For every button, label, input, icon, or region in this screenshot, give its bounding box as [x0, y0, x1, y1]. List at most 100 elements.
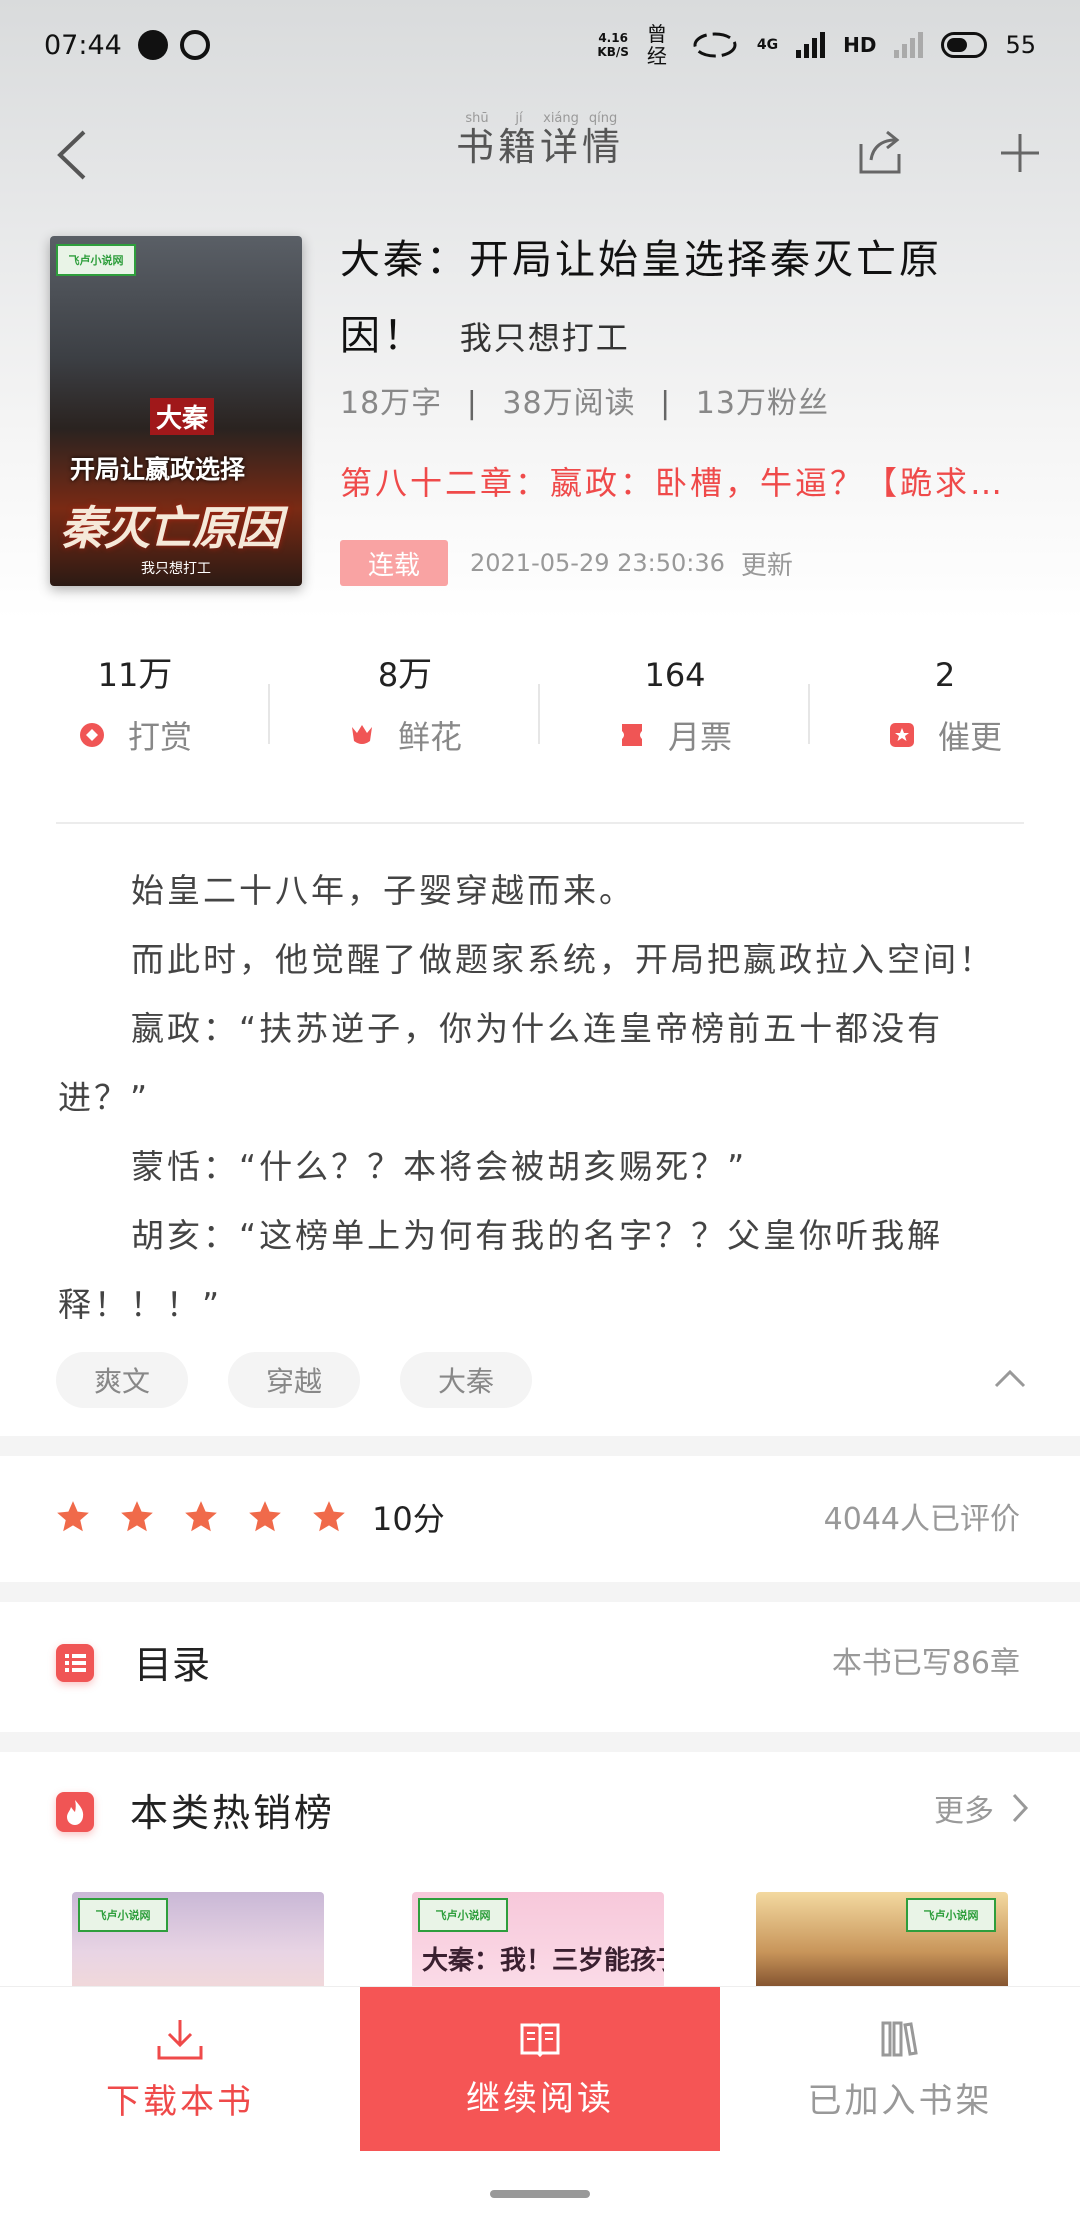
book-open-icon	[520, 2023, 560, 2057]
book-title-line2: 因！	[340, 313, 426, 359]
book-title: 大秦：开局让始皇选择秦灭亡原 因！ 我只想打工	[340, 222, 1040, 376]
intro-line: 嬴政：“扶苏逆子，你为什么连皇帝榜前五十都没有进？”	[58, 1009, 944, 1117]
intro-line: 蒙恬：“什么？？本将会被胡亥赐死？”	[131, 1147, 748, 1186]
update-label: 更新	[740, 550, 793, 581]
section-gap	[0, 1582, 1080, 1602]
battery-level: 55	[1005, 31, 1036, 59]
download-button[interactable]: 下载本书	[0, 1987, 360, 2151]
stat-label: 催更	[937, 718, 1002, 756]
cover-logo: 飞卢小说网	[56, 244, 136, 276]
reward-icon	[79, 723, 104, 747]
cover-line3: 秦灭亡原因	[60, 501, 282, 555]
hd-label: HD	[843, 33, 877, 57]
hot-list-section: 本类热销榜 更多 飞卢小说网 飞卢小说网 大秦：我！三岁能孩子 飞卢小说网	[0, 1752, 1080, 1992]
stat-reward[interactable]: 11万 打赏	[0, 640, 270, 770]
star-icon	[249, 1501, 281, 1532]
book-stats: 18万字 | 38万阅读 | 13万粉丝	[340, 378, 1040, 422]
continue-reading-label: 继续阅读	[466, 2078, 614, 2119]
network-type: 4G	[756, 37, 779, 53]
add-icon[interactable]	[995, 122, 1045, 182]
wifi-rotate-icon	[693, 32, 737, 58]
word-count: 18万字	[340, 386, 443, 421]
continue-reading-button[interactable]: 继续阅读	[360, 1987, 720, 2151]
more-link[interactable]: 更多	[934, 1786, 1030, 1830]
tag-chip[interactable]: 大秦	[400, 1352, 532, 1408]
update-time: 2021-05-29 23:50:36	[470, 549, 725, 577]
star-icon	[121, 1501, 153, 1532]
section-divider	[56, 822, 1024, 824]
page-title-text: 书shū籍jí详xiáng情qíng	[455, 111, 625, 169]
intro-line: 始皇二十八年，子婴穿越而来。	[131, 871, 635, 910]
update-row: 连载 2021-05-29 23:50:36 更新	[340, 538, 793, 588]
stat-value: 164	[644, 656, 706, 694]
serial-status-badge: 连载	[340, 540, 448, 586]
stats-divider: |	[660, 386, 672, 421]
status-time: 07:44	[44, 29, 122, 61]
rating-score: 10分	[372, 1500, 445, 1538]
bookshelf-label: 已加入书架	[807, 2080, 993, 2121]
book-cover[interactable]: 飞卢小说网 大秦 开局让嬴政选择 秦灭亡原因 我只想打工	[50, 236, 302, 586]
hot-book-cover[interactable]: 飞卢小说网	[756, 1892, 1008, 1992]
tag-chip[interactable]: 穿越	[228, 1352, 360, 1408]
stat-label: 打赏	[127, 718, 192, 756]
flower-icon	[351, 725, 372, 744]
cover-author: 我只想打工	[141, 561, 211, 577]
share-icon[interactable]	[855, 122, 905, 182]
hot-book-cover[interactable]: 飞卢小说网 大秦：我！三岁能孩子	[412, 1892, 664, 1992]
toc-title: 目录	[134, 1643, 211, 1687]
stats-row: 11万 打赏 8万 鲜花 164 月票 2 催更	[0, 640, 1080, 770]
section-gap	[0, 1436, 1080, 1456]
cover-logo: 飞卢小说网	[906, 1898, 996, 1932]
hot-list-title: 本类热销榜	[130, 1791, 336, 1835]
hot-covers: 飞卢小说网 飞卢小说网 大秦：我！三岁能孩子 飞卢小说网	[72, 1892, 1012, 1992]
stat-urge-update[interactable]: 2 催更	[810, 640, 1080, 770]
rating-count: 4044人已评价	[823, 1502, 1020, 1537]
urge-icon	[889, 723, 914, 747]
carrier-name: 曾经	[646, 22, 667, 68]
book-intro[interactable]: 始皇二十八年，子婴穿越而来。 而此时，他觉醒了做题家系统，开局把嬴政拉入空间！ …	[58, 856, 1018, 1339]
net-speed-value: 4.16	[598, 31, 628, 45]
bookshelf-button[interactable]: 已加入书架	[720, 1987, 1080, 2151]
rating-stars	[54, 1498, 348, 1536]
latest-chapter[interactable]: 第八十二章：嬴政：卧槽，牛逼？【跪求…	[340, 458, 1040, 504]
stat-label: 月票	[667, 718, 732, 756]
intro-line: 而此时，他觉醒了做题家系统，开局把嬴政拉入空间！	[131, 940, 995, 979]
net-speed: 4.16 KB/S	[597, 31, 628, 59]
download-label: 下载本书	[106, 2081, 254, 2122]
star-icon	[57, 1501, 89, 1532]
stat-flower[interactable]: 8万 鲜花	[270, 640, 540, 770]
book-title-line1: 大秦：开局让始皇选择秦灭亡原	[340, 237, 942, 283]
star-icon	[313, 1501, 345, 1532]
app-notification-icon	[137, 30, 168, 60]
cover-logo: 飞卢小说网	[78, 1898, 168, 1932]
cover-line2: 开局让嬴政选择	[70, 455, 246, 484]
section-gap	[0, 1732, 1080, 1752]
collapse-chevron-icon[interactable]	[990, 1364, 1030, 1394]
list-icon	[56, 1644, 94, 1682]
more-label: 更多	[934, 1794, 994, 1829]
cover-line1: 大秦	[150, 398, 215, 435]
hot-book-cover[interactable]: 飞卢小说网	[72, 1892, 324, 1992]
toc-row[interactable]: 目录 本书已写86章	[0, 1600, 1080, 1730]
battery-icon	[941, 32, 988, 58]
rating-section[interactable]: 10分 4044人已评价	[0, 1458, 1080, 1578]
nav-bar: 书shū籍jí详xiáng情qíng	[0, 90, 1080, 220]
tag-chip[interactable]: 爽文	[56, 1352, 188, 1408]
check-circle-icon	[179, 30, 210, 60]
fire-icon	[56, 1792, 94, 1832]
intro-line: 胡亥：“这榜单上为何有我的名字？？父皇你听我解释！！！”	[58, 1216, 944, 1324]
net-speed-unit: KB/S	[597, 45, 629, 59]
read-count: 38万阅读	[502, 386, 636, 421]
stat-value: 8万	[377, 655, 433, 695]
fan-count: 13万粉丝	[695, 386, 829, 421]
book-author[interactable]: 我只想打工	[460, 319, 630, 357]
stat-value: 11万	[97, 655, 173, 695]
signal-icon	[796, 32, 826, 58]
download-icon	[157, 2019, 203, 2059]
stat-label: 鲜花	[397, 718, 462, 756]
home-indicator[interactable]	[490, 2190, 590, 2198]
stat-value: 2	[934, 656, 956, 694]
ticket-icon	[621, 724, 642, 746]
stat-monthly-ticket[interactable]: 164 月票	[540, 640, 810, 770]
chapter-count: 本书已写86章	[831, 1646, 1020, 1681]
